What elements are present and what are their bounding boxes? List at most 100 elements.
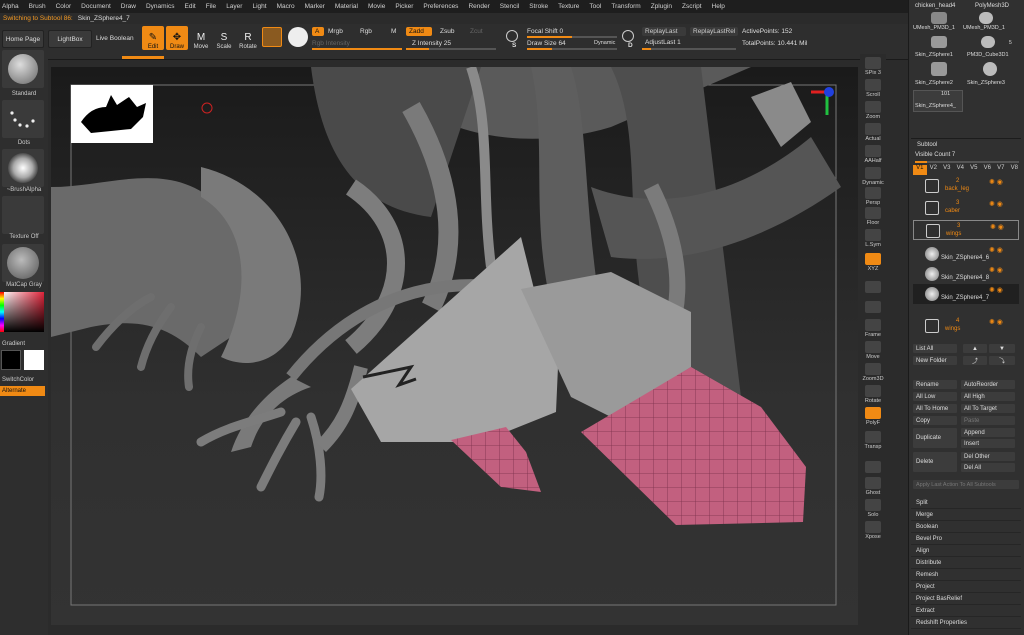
move-down-button[interactable]: ⤵ <box>989 356 1015 365</box>
alternate-button[interactable]: Alternate <box>0 386 45 396</box>
dock-button-12[interactable]: Frame <box>862 316 884 338</box>
menu-item[interactable]: Material <box>335 3 358 10</box>
version-button[interactable]: V3 <box>940 165 954 175</box>
menu-item[interactable]: Edit <box>185 3 196 10</box>
menu-remesh[interactable]: Remesh <box>911 570 1021 581</box>
rotate-button[interactable]: R Rotate <box>237 26 259 51</box>
mrgb-toggle[interactable]: Mrgb <box>328 28 343 35</box>
menu-item[interactable]: Light <box>252 3 266 10</box>
version-button[interactable]: V7 <box>994 165 1008 175</box>
new-folder-button[interactable]: New Folder <box>913 356 957 365</box>
apply-last-action-button[interactable]: Apply Last Action To All Subtools <box>913 480 1019 489</box>
dock-button-5[interactable]: Dynamic <box>862 164 884 186</box>
m-toggle[interactable]: M <box>391 28 396 35</box>
visibility-eye-icon[interactable]: ✺ ◉ <box>989 318 1003 326</box>
visible-count-slider[interactable]: Visible Count 7 <box>915 152 955 158</box>
all-low-button[interactable]: All Low <box>913 392 957 401</box>
focal-shift-slider[interactable]: Focal Shift 0 <box>527 28 563 35</box>
menu-item[interactable]: Preferences <box>423 3 458 10</box>
version-button[interactable]: V2 <box>927 165 941 175</box>
dock-button-19[interactable]: Ghost <box>862 474 884 496</box>
all-to-target-button[interactable]: All To Target <box>961 404 1015 413</box>
dock-button-17[interactable]: Transp <box>862 428 884 450</box>
menu-distribute[interactable]: Distribute <box>911 558 1021 569</box>
del-all-button[interactable]: Del All <box>961 463 1015 472</box>
alpha-picker[interactable] <box>2 149 44 187</box>
tool-polymesh3d[interactable]: PolyMesh3D <box>975 3 1009 9</box>
adjust-last-bar[interactable] <box>642 48 736 50</box>
subtool-row[interactable]: Skin_ZSphere4_8 ✺ ◉ <box>913 264 1019 284</box>
dock-button-7[interactable]: Floor <box>862 204 884 226</box>
visibility-eye-icon[interactable]: ✺ ◉ <box>989 246 1003 254</box>
paste-button[interactable]: Paste <box>961 416 1015 425</box>
tool-thumb-5[interactable] <box>931 62 947 76</box>
version-button[interactable]: V1 <box>913 165 927 175</box>
dock-button-2[interactable]: Zoom <box>862 98 884 120</box>
menu-item[interactable]: Macro <box>277 3 295 10</box>
zcut-toggle[interactable]: Zcut <box>470 28 483 35</box>
tool-skin-zsphere1[interactable]: Skin_ZSphere1 <box>915 52 953 58</box>
dock-button-4[interactable]: AAHalf <box>862 142 884 164</box>
menu-item[interactable]: Document <box>81 3 111 10</box>
dynamic-toggle[interactable]: Dynamic <box>594 40 615 46</box>
gradient-label[interactable]: Gradient <box>0 341 48 347</box>
draw-size-slider[interactable]: Draw Size 64 <box>527 40 566 47</box>
all-to-home-button[interactable]: All To Home <box>913 404 957 413</box>
dock-button-21[interactable]: Xpose <box>862 518 884 540</box>
menu-item[interactable]: Transform <box>611 3 640 10</box>
menu-item[interactable]: Render <box>468 3 489 10</box>
dock-button-9[interactable]: XYZ <box>862 250 884 272</box>
tool-skin-zsphere3[interactable]: Skin_ZSphere3 <box>967 80 1005 86</box>
material-swatch[interactable] <box>262 27 282 47</box>
hue-strip[interactable] <box>0 292 4 332</box>
zadd-toggle[interactable]: Zadd <box>406 27 432 36</box>
menu-item[interactable]: Brush <box>29 3 46 10</box>
switch-color-button[interactable]: SwitchColor <box>0 377 48 383</box>
subtool-row[interactable]: 2 back_leg ✺ ◉ <box>913 176 1019 196</box>
menu-split[interactable]: Split <box>911 498 1021 509</box>
dock-button-8[interactable]: L.Sym <box>862 226 884 248</box>
menu-extract[interactable]: Extract <box>911 606 1021 617</box>
lightbox-button[interactable]: LightBox <box>48 30 92 48</box>
subtool-row[interactable]: 3 caber ✺ ◉ <box>913 198 1019 218</box>
draw-button[interactable]: ✥ Draw <box>166 26 188 50</box>
dock-button-10[interactable] <box>862 272 884 294</box>
move-up-button[interactable]: ⤴ <box>963 356 987 365</box>
menu-boolean[interactable]: Boolean <box>911 522 1021 533</box>
autoreorder-button[interactable]: AutoReorder <box>961 380 1015 389</box>
color-picker[interactable] <box>2 292 44 332</box>
tool-skin-zsphere4[interactable]: Skin_ZSphere4_ <box>915 103 956 109</box>
texture-picker[interactable] <box>2 196 44 234</box>
subtool-title[interactable]: Subtool <box>917 142 937 148</box>
version-button[interactable]: V8 <box>1008 165 1022 175</box>
z-intensity-slider[interactable]: Z Intensity 25 <box>412 40 451 47</box>
menu-item[interactable]: Alpha <box>2 3 19 10</box>
rgb-toggle[interactable]: Rgb <box>360 28 372 35</box>
menu-item[interactable]: Stroke <box>529 3 548 10</box>
visibility-eye-icon[interactable]: ✺ ◉ <box>989 286 1003 294</box>
tool-umesh-1[interactable]: UMesh_PM3D_1 <box>913 25 955 31</box>
tool-skin-zsphere2[interactable]: Skin_ZSphere2 <box>915 80 953 86</box>
menu-item[interactable]: Texture <box>558 3 579 10</box>
dock-button-1[interactable]: Scroll <box>862 76 884 98</box>
visibility-eye-icon[interactable]: ✺ ◉ <box>989 200 1003 208</box>
menu-item[interactable]: Layer <box>226 3 242 10</box>
visible-count-bar[interactable] <box>915 161 1019 163</box>
version-button[interactable]: V5 <box>967 165 981 175</box>
dock-button-18[interactable] <box>862 452 884 474</box>
dock-button-13[interactable]: Move <box>862 338 884 360</box>
move-button[interactable]: M Move <box>190 26 212 51</box>
dock-button-14[interactable]: Zoom3D <box>862 360 884 382</box>
version-button[interactable]: V6 <box>981 165 995 175</box>
menu-align[interactable]: Align <box>911 546 1021 557</box>
tool-chicken-head[interactable]: chicken_head4 <box>915 3 955 9</box>
subtool-row[interactable]: Skin_ZSphere4_6 ✺ ◉ <box>913 244 1019 264</box>
menu-item[interactable]: Draw <box>121 3 136 10</box>
menu-item[interactable]: Color <box>56 3 72 10</box>
material-picker[interactable] <box>2 244 44 282</box>
focal-shift-bar[interactable] <box>527 36 617 38</box>
dock-button-20[interactable]: Solo <box>862 496 884 518</box>
edit-button[interactable]: ✎ Edit <box>142 26 164 50</box>
dock-button-11[interactable] <box>862 292 884 314</box>
adjust-last-slider[interactable]: AdjustLast 1 <box>645 39 681 46</box>
